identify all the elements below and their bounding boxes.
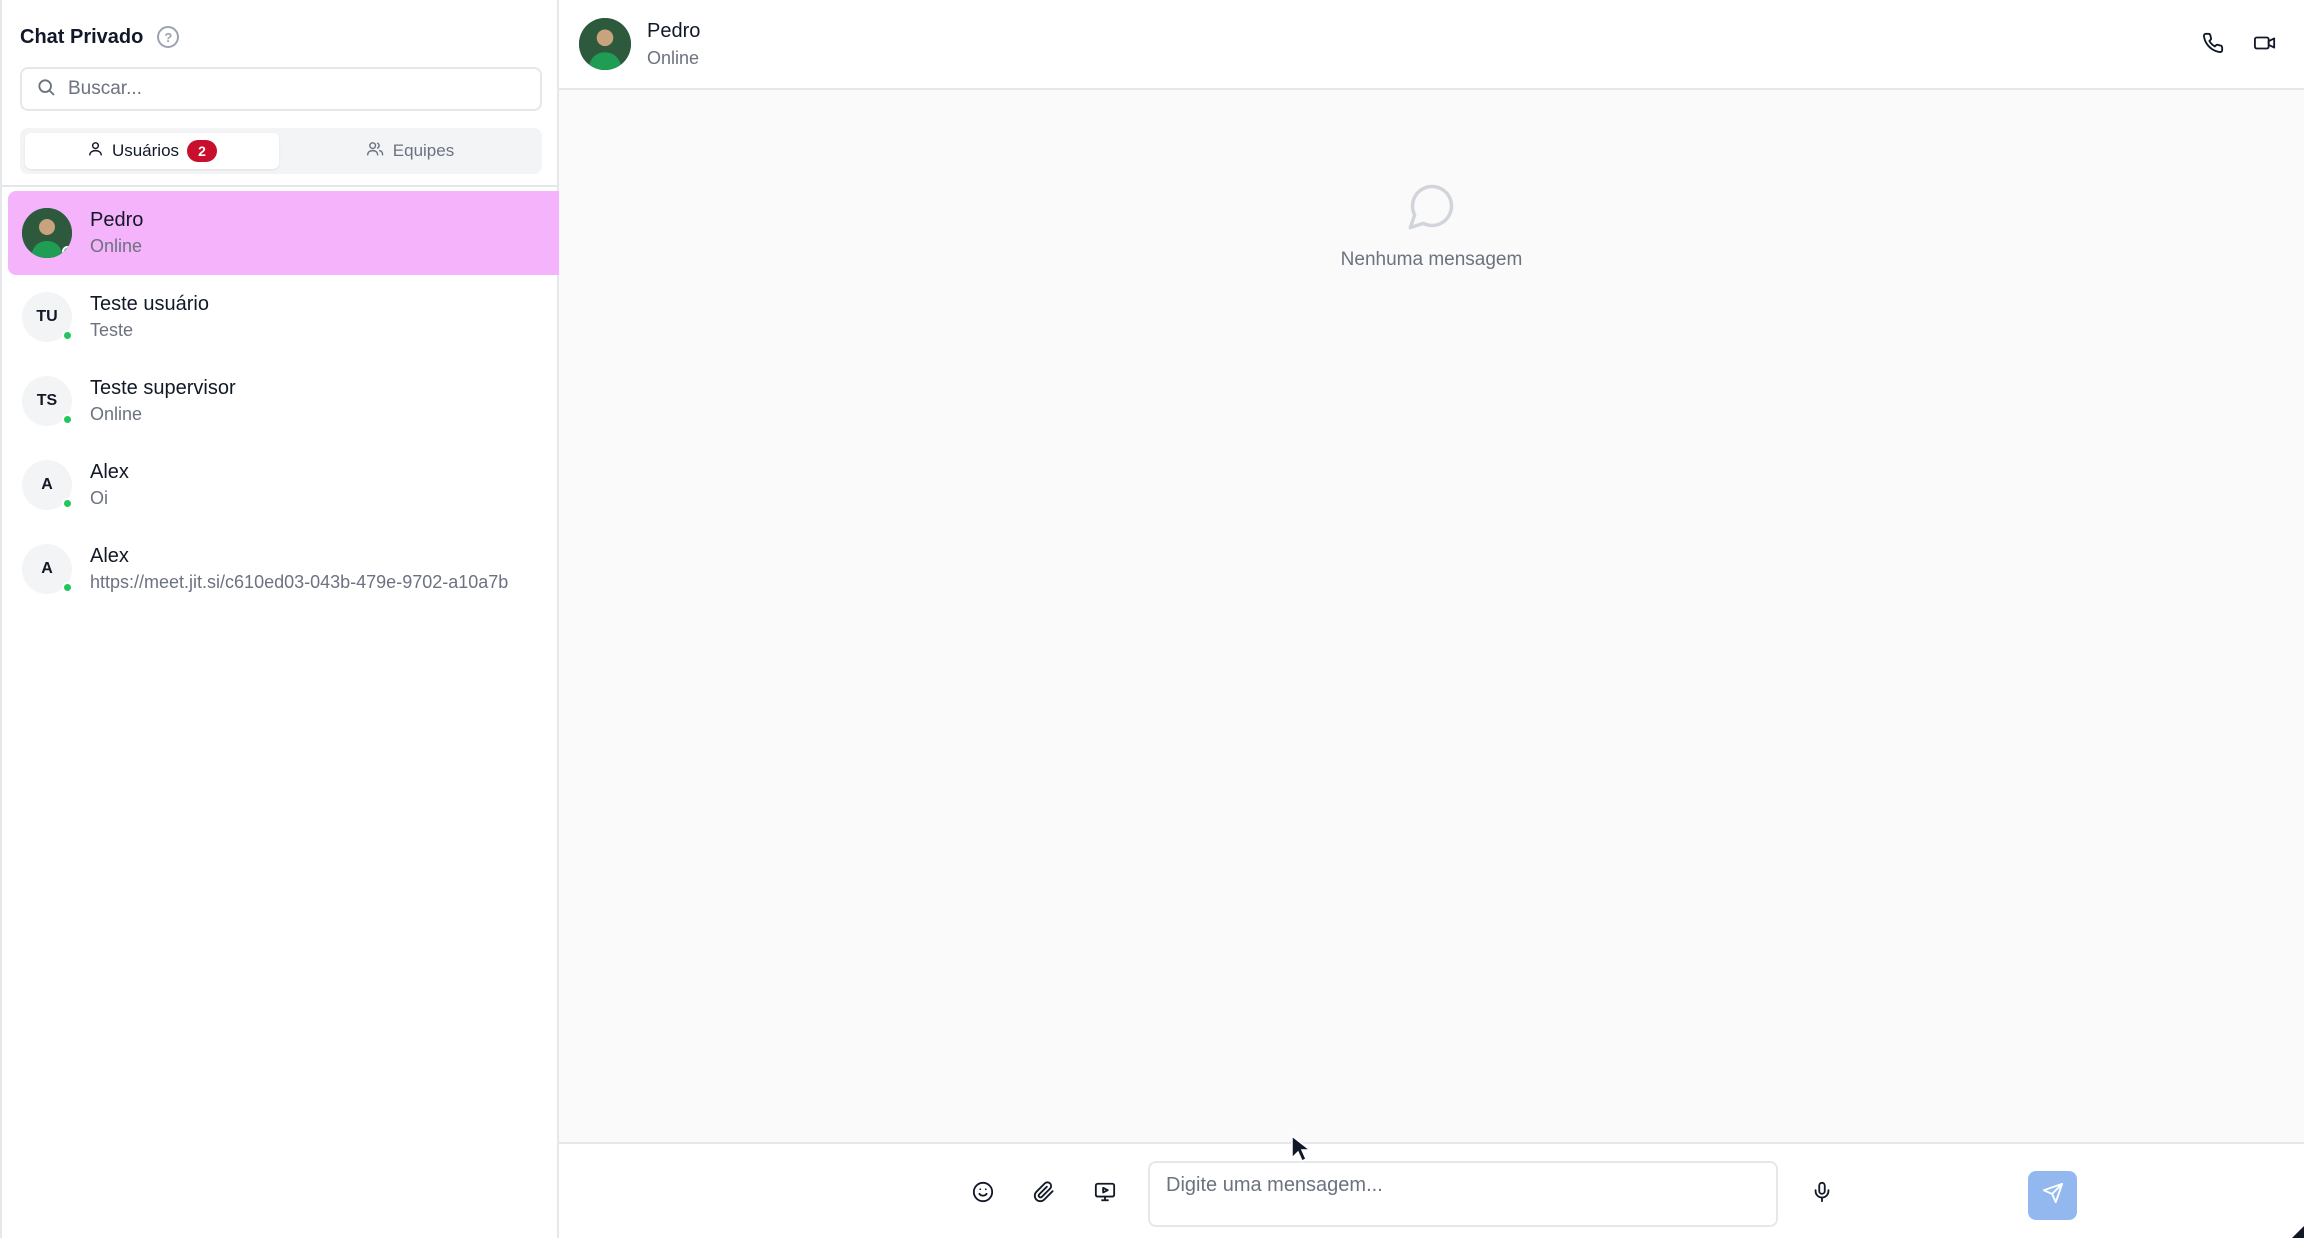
conversation-list: Pedro Online TU Teste usuário Teste TS T… [8,191,559,611]
conversation-preview: Online [90,236,143,256]
online-status-dot [62,246,72,257]
conversation-name: Pedro [90,209,144,231]
send-icon [2042,1182,2064,1209]
avatar: A [22,544,73,594]
screen-share-icon[interactable] [1091,1178,1119,1206]
sidebar-header: Chat Privado ? [20,22,180,52]
resize-corner-icon [2292,1226,2304,1238]
avatar-initials: A [41,476,53,493]
chat-avatar [579,18,631,70]
tabs: Usuários 2 Equipes [20,128,542,174]
unread-badge: 2 [187,140,218,162]
conversation-item[interactable]: A Alex Oi [8,443,559,527]
users-icon [366,140,385,162]
tab-usuarios-label: Usuários [111,141,180,160]
sidebar-title: Chat Privado [20,25,144,48]
message-circle-icon [1406,180,1458,237]
video-icon[interactable] [2252,30,2278,56]
chat-actions [2200,30,2278,56]
avatar [22,208,72,258]
search-box [20,67,542,111]
avatar-initials: TS [36,392,58,409]
send-button[interactable] [2028,1171,2077,1220]
empty-state: Nenhuma mensagem [559,180,2304,271]
avatar: TS [22,376,73,426]
avatar: TU [22,292,73,342]
conversation-item[interactable]: TU Teste usuário Teste [8,275,559,359]
conversation-preview: Oi [90,488,108,508]
search-icon [36,77,56,102]
mouse-cursor-icon [1290,1134,1313,1169]
user-icon [87,140,104,162]
search-input[interactable] [68,78,508,100]
avatar-initials: TU [36,308,58,325]
conversation-preview: Online [90,404,143,424]
conversation-name: Teste supervisor [90,377,236,399]
chat-panel: Pedro Online Nenhuma mensagem [559,0,2304,1238]
mic-icon[interactable] [1808,1178,1836,1206]
empty-state-text: Nenhuma mensagem [1340,249,1523,270]
sidebar: Chat Privado ? Usuários 2 Equipes [0,0,559,1238]
emoji-icon[interactable] [969,1178,997,1206]
online-status-dot [62,414,73,425]
chat-contact-name: Pedro [647,20,701,42]
conversation-item[interactable]: Pedro Online [8,191,559,275]
conversation-item[interactable]: TS Teste supervisor Online [8,359,559,443]
tab-usuarios[interactable]: Usuários 2 [25,133,279,169]
phone-icon[interactable] [2200,30,2226,56]
avatar: A [22,460,73,510]
app: Chat Privado ? Usuários 2 Equipes [0,0,2304,1238]
conversation-preview: https://meet.jit.si/c610ed03-043b-479e-9… [90,572,509,592]
chat-contact-status: Online [647,48,700,68]
conversation-item[interactable]: A Alex https://meet.jit.si/c610ed03-043b… [8,527,559,611]
paperclip-icon[interactable] [1030,1178,1058,1206]
chat-header: Pedro Online [559,0,2304,90]
sidebar-divider [2,185,559,187]
avatar-initials: A [41,560,53,577]
message-composer [559,1142,2304,1238]
online-status-dot [62,330,73,341]
online-status-dot [62,498,73,509]
tab-equipes-label: Equipes [392,141,455,160]
message-input[interactable] [1148,1161,1778,1227]
conversation-name: Teste usuário [90,293,209,315]
online-status-dot [62,582,73,593]
conversation-preview: Teste [90,320,134,340]
conversation-name: Alex [90,545,129,567]
conversation-name: Alex [90,461,129,483]
help-circle-icon[interactable]: ? [157,26,180,48]
tab-equipes[interactable]: Equipes [283,133,537,169]
